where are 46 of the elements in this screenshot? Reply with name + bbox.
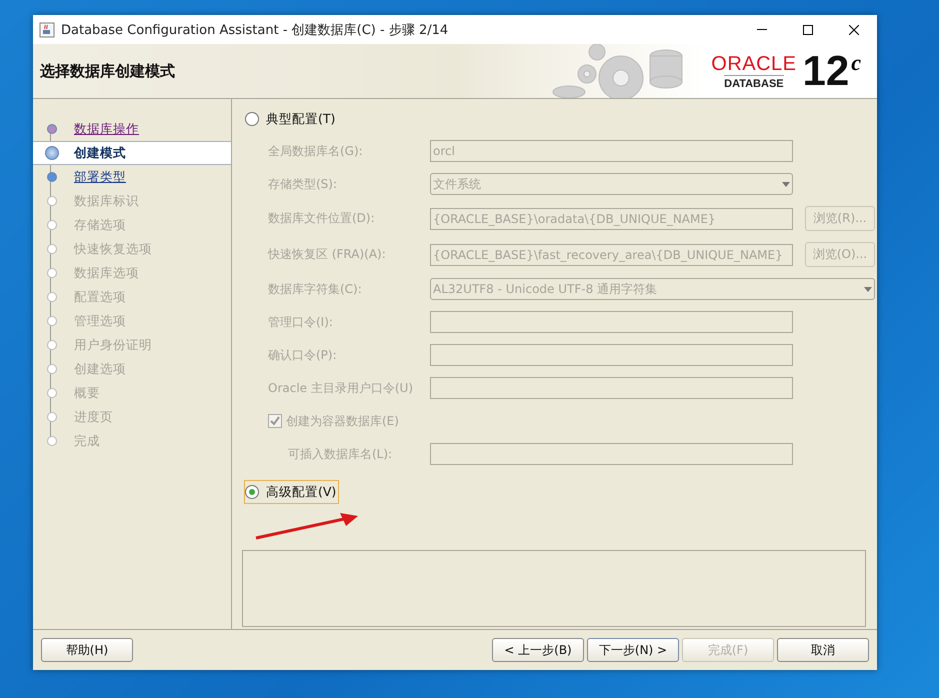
window-title: Database Configuration Assistant - 创建数据库(C) - 步骤 2/14 [61, 22, 450, 38]
input-field[interactable] [430, 377, 793, 399]
minimize-icon [757, 29, 767, 30]
page-title: 选择数据库创建模式 [40, 62, 176, 80]
advanced-radio[interactable]: 高级配置(V) [244, 480, 340, 504]
field-label: 确认口令(P): [268, 346, 338, 364]
step-item: 完成 [33, 429, 231, 453]
field-label: 数据库字符集(C): [268, 280, 363, 298]
step-item: 快速恢复选项 [33, 237, 231, 261]
step-item[interactable]: 部署类型 [33, 165, 231, 189]
checkmark-icon [270, 416, 280, 426]
field-label: Oracle 主目录用户口令(U) [268, 380, 414, 396]
step-item: 用户身份证明 [33, 333, 231, 357]
input-field[interactable] [430, 344, 793, 366]
logo-version-suffix: c [851, 50, 861, 76]
dialog-button[interactable]: 帮助(H) [41, 638, 133, 662]
input-field[interactable] [430, 311, 793, 333]
logo-version: 12 [802, 50, 850, 92]
field-label: 存储类型(S): [268, 176, 338, 192]
step-item: 概要 [33, 381, 231, 405]
step-item: 数据库标识 [33, 189, 231, 213]
field-label: 快速恢复区 (FRA)(A): [268, 246, 387, 263]
step-item: 创建选项 [33, 357, 231, 381]
step-item: 数据库选项 [33, 261, 231, 285]
logo-product: DATABASE [724, 74, 784, 90]
input-field[interactable] [430, 443, 793, 465]
logo-brand: ORACLE [711, 52, 797, 74]
field-label: 数据库文件位置(D): [268, 210, 376, 227]
dialog-button[interactable]: < 上一步(B) [492, 638, 584, 662]
step-item: 配置选项 [33, 285, 231, 309]
dropdown-caret-icon [864, 286, 872, 292]
step-item: 管理选项 [33, 309, 231, 333]
step-item: 进度页 [33, 405, 231, 429]
step-item[interactable]: 数据库操作 [33, 117, 231, 141]
maximize-icon [803, 24, 813, 34]
dialog-button[interactable]: 下一步(N) > [587, 638, 679, 662]
dialog-button[interactable]: 取消 [777, 638, 869, 662]
close-icon [849, 24, 859, 34]
step-item: 存储选项 [33, 213, 231, 237]
field-label: 可插入数据库名(L): [287, 446, 394, 462]
step-item[interactable]: 创建模式 [33, 141, 231, 165]
typical-radio[interactable]: 典型配置(T) [244, 107, 338, 131]
field-label: 管理口令(I): [268, 314, 334, 330]
field-label: 全局数据库名(G): [268, 142, 364, 160]
dropdown-caret-icon [782, 182, 790, 186]
java-cup-icon [39, 22, 55, 38]
